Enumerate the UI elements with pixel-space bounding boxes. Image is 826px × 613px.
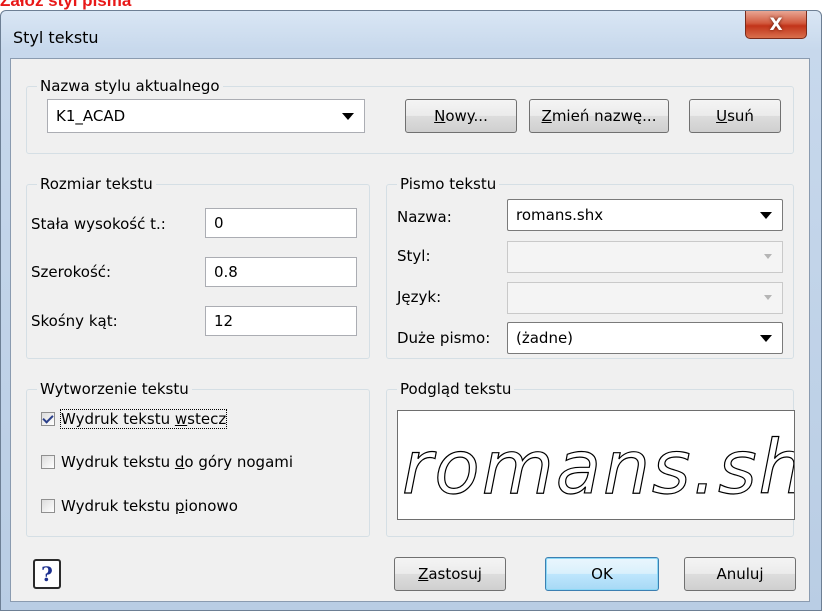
chevron-down-icon [342,113,354,120]
preview-group-label: Podgląd tekstu [397,380,515,398]
vertical-checkbox[interactable] [41,499,55,513]
preview-box: romans.shx [397,410,795,520]
delete-style-label: suń [727,107,754,125]
font-group: Pismo tekstu Nazwa: romans.shx Styl: Jęz… [386,175,794,359]
window-title: Styl tekstu [13,28,99,47]
help-button[interactable]: ? [33,559,61,589]
preview-sample-text: romans.shx [401,424,794,511]
close-icon: X [769,14,783,35]
rename-style-button[interactable]: Zmień nazwę... [529,99,669,133]
delete-style-hotkey: U [716,107,728,125]
help-icon: ? [41,562,53,586]
font-name-value: romans.shx [516,206,604,224]
title-bar[interactable]: Styl tekstu X [1,11,821,57]
text-size-group: Rozmiar tekstu Stała wysokość t.: 0 Szer… [26,175,370,359]
vertical-label: Wydruk tekstu pionowo [61,497,238,515]
rename-style-hotkey: Z [541,107,552,125]
new-style-hotkey: N [434,107,446,125]
close-button[interactable]: X [745,11,807,39]
new-style-button[interactable]: Nowy... [405,99,517,133]
style-dialog: Styl tekstu X Nazwa stylu aktualnego K1_… [0,10,822,611]
width-input[interactable]: 0.8 [205,257,357,287]
apply-hotkey: Z [418,565,429,583]
ok-label: OK [591,565,613,583]
font-group-label: Pismo tekstu [397,175,500,193]
delete-style-button[interactable]: Usuń [689,99,781,133]
bigfont-value: (żadne) [516,329,574,347]
apply-label: astosuj [428,565,482,583]
language-combo[interactable] [507,282,783,314]
bigfont-label: Duże pismo: [397,329,491,347]
width-label: Szerokość: [31,263,112,281]
chevron-down-icon [764,254,772,259]
backwards-checkbox-row[interactable]: Wydruk tekstu wstecz [41,409,228,429]
font-style-label: Styl: [397,247,431,265]
cancel-button[interactable]: Anulu j [684,557,796,591]
style-name-combo[interactable]: K1_ACAD [47,99,365,133]
new-style-label: owy... [445,107,488,125]
dialog-body: Nazwa stylu aktualnego K1_ACAD Nowy... Z… [10,58,810,602]
chevron-down-icon [760,335,772,342]
backwards-label: Wydruk tekstu wstecz [59,409,228,429]
ok-button[interactable]: OK [545,557,659,591]
backwards-checkbox[interactable] [41,412,55,426]
style-name-value: K1_ACAD [56,107,126,125]
height-input[interactable]: 0 [205,208,357,238]
vertical-checkbox-row[interactable]: Wydruk tekstu pionowo [41,497,238,515]
style-name-group-label: Nazwa stylu aktualnego [37,77,223,95]
bigfont-combo[interactable]: (żadne) [507,322,783,354]
upside-down-checkbox-row[interactable]: Wydruk tekstu do góry nogami [41,453,293,471]
upside-down-label: Wydruk tekstu do góry nogami [61,453,294,471]
chevron-down-icon [764,295,772,300]
text-generation-group: Wytworzenie tekstu Wydruk tekstu wstecz … [26,380,370,537]
chevron-down-icon [760,212,772,219]
oblique-angle-label: Skośny kąt: [31,312,118,330]
rename-style-label: mień nazwę... [551,107,657,125]
cancel-label: Anulu [716,565,760,583]
font-name-combo[interactable]: romans.shx [507,199,783,231]
text-size-group-label: Rozmiar tekstu [37,175,156,193]
font-style-combo[interactable] [507,241,783,273]
font-name-label: Nazwa: [397,208,452,226]
height-label: Stała wysokość t.: [31,215,166,233]
text-generation-group-label: Wytworzenie tekstu [37,380,192,398]
upside-down-checkbox[interactable] [41,455,55,469]
cancel-hotkey: j [759,565,764,583]
language-label: Język: [397,288,442,306]
style-name-group: Nazwa stylu aktualnego K1_ACAD Nowy... Z… [26,77,794,154]
oblique-angle-input[interactable]: 12 [205,306,357,336]
apply-button[interactable]: Zastosuj [394,557,506,591]
preview-group: Podgląd tekstu romans.shx [386,380,795,537]
